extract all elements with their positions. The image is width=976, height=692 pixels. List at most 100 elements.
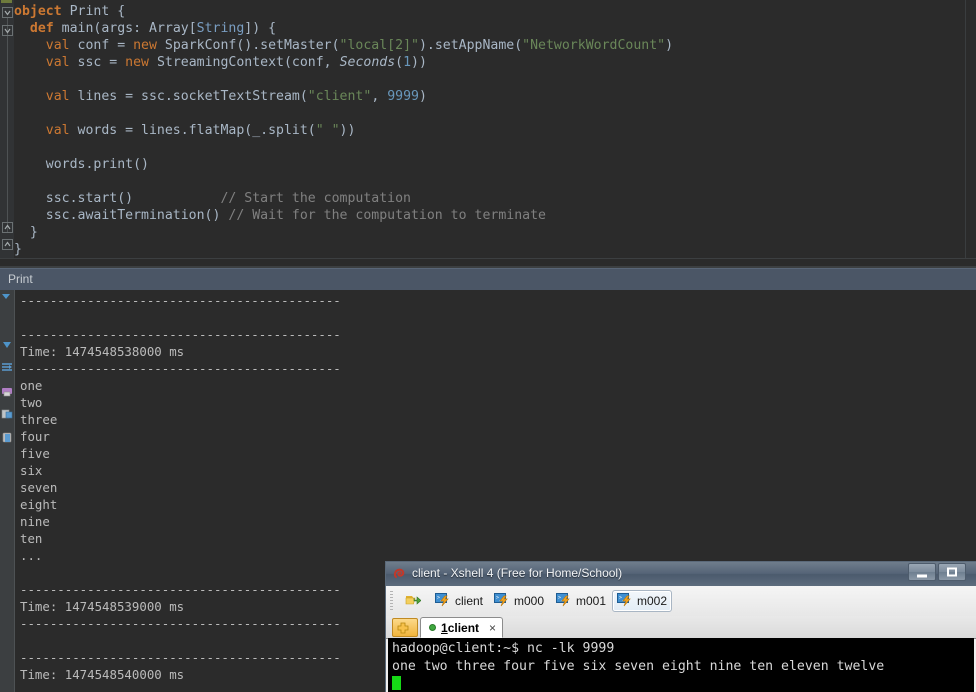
console-line: eight [20,497,58,512]
scroll-down-icon[interactable] [1,339,13,351]
console-line: ----------------------------------------… [20,293,341,308]
terminal-line: hadoop@client:~$ nc -lk 9999 [392,641,615,656]
print-icon[interactable] [1,385,13,397]
rerun-icon[interactable] [1,292,13,304]
code-token: // Start the computation [220,191,411,206]
code-line: } [14,241,976,258]
console-output-text: ----------------------------------------… [20,290,341,692]
toolbar-grip[interactable] [390,591,393,611]
toolbar-session-m002[interactable]: >_ m002 [612,590,673,612]
toolbar-session-label: client [455,594,484,608]
code-line: words.print() [14,156,976,173]
code-editor-pane[interactable]: object Print { def main(args: Array[Stri… [0,0,976,266]
terminal-cursor-line [392,676,974,692]
code-token: new [133,38,165,53]
minimize-button[interactable] [908,563,936,581]
toolbar-session-m001[interactable]: >_ m001 [551,590,611,612]
code-line: } [14,224,976,241]
console-line: ... [20,548,43,563]
code-token: " " [315,123,340,138]
code-token: SparkConf().setMaster( [164,38,340,53]
code-token: conf = [77,38,134,53]
xshell-tab-strip[interactable]: 1client × [386,616,976,639]
new-tab-button[interactable] [392,618,418,637]
code-token: words.print() [14,157,149,172]
toolbar-session-label: m000 [514,594,545,608]
fold-collapse-icon-outer[interactable] [2,7,13,18]
maximize-icon [947,567,957,577]
terminal-output[interactable]: hadoop@client:~$ nc -lk 9999 one two thre… [388,638,974,692]
code-token: words = lines.flatMap(_.split( [77,123,316,138]
session-icon: >_ [435,592,451,611]
console-line: one [20,378,43,393]
xshell-window[interactable]: client - Xshell 4 (Free for Home/School) [386,562,976,692]
console-line: two [20,395,43,410]
code-line: ssc.awaitTermination() // Wait for the c… [14,207,976,224]
toolbar-session-client[interactable]: >_ client [430,590,488,612]
maximize-button[interactable] [938,563,966,581]
console-line: four [20,429,50,444]
terminal-line: one two three four five six seven eight … [392,659,885,674]
code-token: 1 [403,55,412,70]
run-console-panel: Print ----------------------------------… [0,266,976,692]
fold-end-icon-inner[interactable] [2,222,13,233]
console-line: ten [20,531,43,546]
code-token: ) [665,38,674,53]
trash-icon[interactable] [1,431,13,443]
toolbar-session-m000[interactable]: >_ m000 [489,590,549,612]
open-session-button[interactable] [400,590,426,612]
soft-wrap-icon[interactable] [1,362,13,374]
toolbar-session-label: m002 [637,594,668,608]
console-line: seven [20,480,58,495]
code-token: main [61,21,94,36]
code-token: def [29,21,62,36]
console-line: three [20,412,58,427]
console-line: Time: 1474548539000 ms [20,599,185,614]
session-icon: >_ [556,592,572,611]
console-line: Time: 1474548540000 ms [20,667,185,682]
code-line: object Print { [14,3,976,20]
session-icon: >_ [494,592,510,611]
console-tab-bar[interactable]: Print [0,268,976,292]
code-token: } [14,225,38,240]
code-token: , [371,89,388,104]
block-cursor [392,676,401,690]
editor-gutter[interactable] [0,0,14,266]
editor-top-marker [1,0,12,3]
console-line: ----------------------------------------… [20,361,341,376]
xshell-titlebar[interactable]: client - Xshell 4 (Free for Home/School) [386,562,976,587]
xshell-toolbar[interactable]: >_ client >_ m000 >_ m001 >_ m002 [386,586,976,617]
code-token: object [14,4,70,19]
terminal-tab-client[interactable]: 1client × [420,617,504,638]
code-token: new [125,55,157,70]
code-token: Print [69,4,118,19]
code-token: val [45,89,78,104]
open-session-icon [405,592,422,611]
fold-end-icon-outer[interactable] [2,239,13,250]
console-line: ----------------------------------------… [20,582,341,597]
fold-collapse-icon-inner[interactable] [2,25,13,36]
console-side-toolbar[interactable] [0,290,14,692]
close-icon[interactable]: × [489,622,496,634]
console-line: nine [20,514,50,529]
console-left-rule [14,290,15,692]
code-token: // Wait for the computation to terminate [228,208,546,223]
clear-all-icon[interactable] [1,408,13,420]
console-line: Time: 1474548538000 ms [20,344,185,359]
minimize-icon [917,574,927,578]
console-tab-print[interactable]: Print [8,272,33,286]
code-token: val [45,123,78,138]
code-token: "NetworkWordCount" [522,38,666,53]
code-token: )) [339,123,356,138]
source-code-text[interactable]: object Print { def main(args: Array[Stri… [14,0,976,266]
